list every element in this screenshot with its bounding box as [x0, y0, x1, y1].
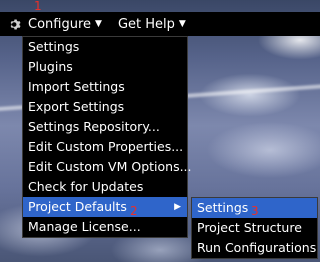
menu-item-edit-custom-properties[interactable]: Edit Custom Properties... [23, 137, 187, 157]
submenu-item-label: Settings [197, 200, 249, 215]
menu-item-settings[interactable]: Settings [23, 37, 187, 57]
configure-dropdown-menu: Settings Plugins Import Settings Export … [22, 36, 192, 238]
menu-item-label: Settings [28, 39, 80, 54]
menu-item-settings-repository[interactable]: Settings Repository... [23, 117, 187, 137]
menu-item-label: Edit Custom VM Options... [28, 159, 192, 174]
chevron-right-icon: ▶ [174, 202, 181, 212]
menu-item-label: Import Settings [28, 79, 125, 94]
submenu-item-project-structure[interactable]: Project Structure [192, 218, 317, 238]
configure-label: Configure [28, 16, 92, 32]
chevron-down-icon: ▼ [178, 19, 186, 29]
submenu-item-label: Run Configurations [197, 240, 317, 255]
submenu-item-label: Project Structure [197, 220, 302, 235]
menu-item-import-settings[interactable]: Import Settings [23, 77, 187, 97]
menu-item-label: Settings Repository... [28, 119, 160, 134]
menu-item-manage-license[interactable]: Manage License... [23, 217, 187, 237]
menu-item-label: Project Defaults [28, 199, 127, 214]
submenu-item-run-configurations[interactable]: Run Configurations [192, 238, 317, 258]
annotation-marker-2: 2 [130, 204, 138, 218]
menu-item-check-for-updates[interactable]: Check for Updates [23, 177, 187, 197]
menu-item-label: Edit Custom Properties... [28, 139, 184, 154]
menu-item-export-settings[interactable]: Export Settings [23, 97, 187, 117]
annotation-marker-1: 1 [34, 0, 42, 13]
welcome-toolbar: Configure ▼ Get Help ▼ [0, 12, 320, 36]
configure-menu-button[interactable]: Configure ▼ [28, 17, 102, 32]
annotation-marker-3: 3 [251, 204, 259, 218]
menu-item-edit-custom-vm-options[interactable]: Edit Custom VM Options... [23, 157, 192, 177]
menu-item-label: Export Settings [28, 99, 125, 114]
menu-item-plugins[interactable]: Plugins [23, 57, 187, 77]
menu-item-label: Manage License... [28, 219, 141, 234]
get-help-label: Get Help [117, 16, 175, 32]
gear-icon[interactable] [8, 17, 22, 31]
menu-item-project-defaults[interactable]: Project Defaults ▶ [23, 197, 187, 217]
menu-item-label: Plugins [28, 59, 73, 74]
get-help-menu-button[interactable]: Get Help ▼ [118, 17, 186, 32]
menu-item-label: Check for Updates [28, 179, 144, 194]
chevron-down-icon: ▼ [95, 19, 102, 29]
